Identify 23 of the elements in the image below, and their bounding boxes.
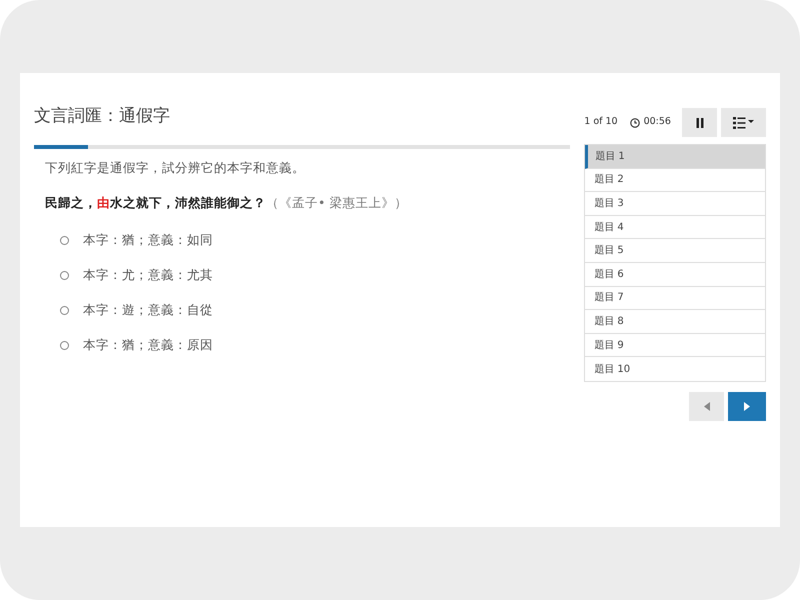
radio-button[interactable] (60, 340, 69, 350)
option-label[interactable]: 本字：遊；意義：自從 (83, 300, 213, 320)
radio-button[interactable] (60, 306, 69, 314)
option-label[interactable]: 本字：猶；意義：原因 (83, 336, 213, 354)
question-counter: 1 of 10 (584, 115, 618, 130)
option-label[interactable]: 本字：尤；意義：尤其 (83, 266, 213, 284)
pause-icon (696, 118, 704, 128)
pause-button[interactable] (682, 108, 717, 137)
question-list-item[interactable]: 題目 1 (585, 145, 765, 169)
next-button[interactable] (728, 392, 766, 421)
previous-button[interactable] (689, 392, 724, 421)
radio-button[interactable] (60, 236, 69, 244)
clock-icon (630, 118, 640, 128)
instruction-text: 下列紅字是通假字，試分辨它的本字和意義。 (45, 159, 306, 177)
list-menu-button[interactable] (721, 108, 766, 137)
question-text: 民歸之，由水之就下，沛然誰能御之？（《孟子• 梁惠王上》） (45, 194, 408, 212)
timer-text: 00:56 (644, 115, 671, 130)
quiz-title: 文言詞匯：通假字 (34, 105, 171, 127)
left-triangle-icon (704, 402, 710, 411)
radio-button[interactable] (60, 270, 69, 280)
option-label[interactable]: 本字：猶；意義：如同 (83, 230, 213, 250)
right-triangle-icon (744, 402, 750, 411)
list-caret-icon (732, 116, 754, 128)
